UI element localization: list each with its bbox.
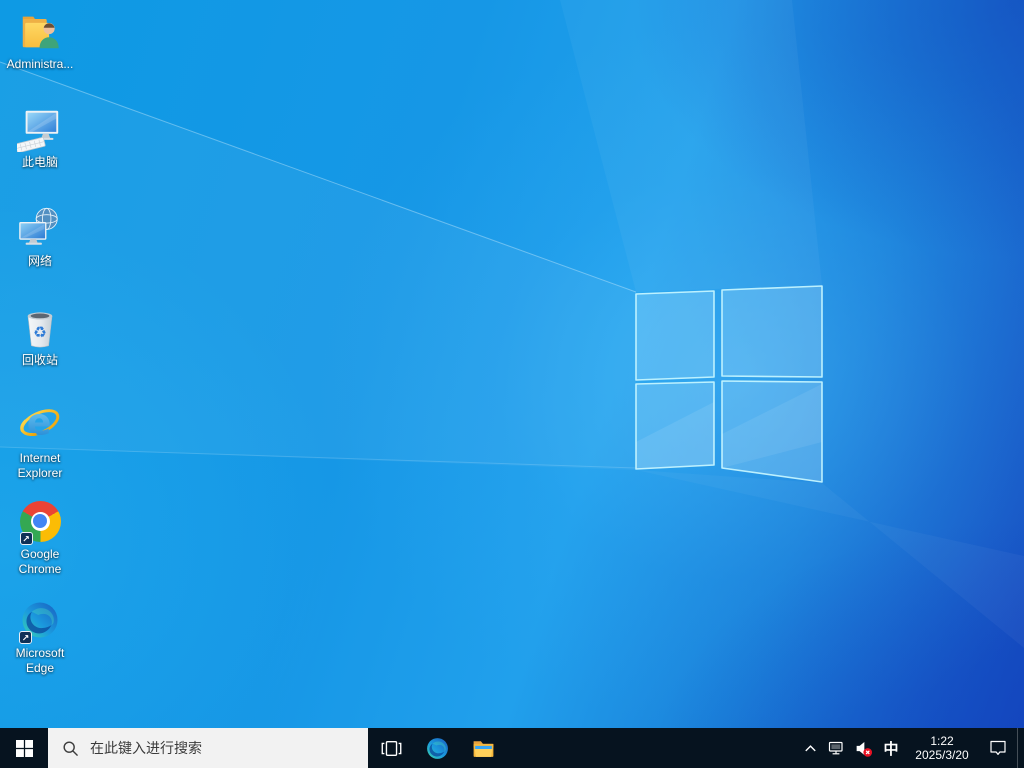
speaker-muted-icon (856, 741, 872, 757)
desktop-icon-label: Administra... (6, 57, 74, 71)
desktop-icon-label: Google Chrome (18, 547, 62, 576)
folder-icon (473, 740, 493, 757)
show-desktop-button[interactable] (1017, 728, 1024, 768)
shortcut-arrow-badge: ↗ (19, 631, 32, 644)
desktop-icon-network[interactable]: 网络 (1, 205, 79, 269)
edge-icon (426, 737, 448, 759)
network-globe-icon (19, 207, 58, 245)
recycle-symbol: ♻ (33, 324, 47, 342)
desktop-wallpaper (0, 0, 1024, 768)
search-input[interactable] (88, 739, 368, 757)
tray-show-hidden-icons-button[interactable] (797, 728, 823, 768)
shortcut-arrow-badge: ↗ (19, 532, 33, 545)
notification-bubble-icon (990, 740, 1006, 755)
tray-network-button[interactable] (823, 728, 849, 768)
desktop-icon-label: Microsoft Edge (15, 646, 65, 675)
svg-text:e: e (27, 402, 52, 444)
desktop-icon-label: 回收站 (21, 353, 58, 367)
desktop-icon-internet-explorer[interactable]: e Internet Explorer (1, 402, 79, 481)
taskbar: 中 1:22 2025/3/20 (0, 728, 1024, 768)
recycle-bin-icon: ♻ (27, 312, 53, 348)
taskbar-file-explorer-button[interactable] (460, 728, 506, 768)
taskbar-clock[interactable]: 1:22 2025/3/20 (905, 728, 979, 768)
chevron-up-icon (804, 744, 816, 751)
tray-volume-button[interactable] (849, 728, 877, 768)
desktop-icon-administrator[interactable]: Administra... (1, 8, 79, 72)
desktop-icon-microsoft-edge[interactable]: ↗ Microsoft Edge (1, 597, 79, 676)
clock-date: 2025/3/20 (915, 748, 969, 762)
action-center-button[interactable] (979, 728, 1017, 768)
system-tray: 中 1:22 2025/3/20 (797, 728, 1024, 768)
user-folder-icon (22, 16, 59, 49)
desktop-icon-google-chrome[interactable]: ↗ Google Chrome (1, 498, 79, 577)
ethernet-icon (828, 741, 843, 755)
start-button[interactable] (0, 728, 48, 768)
desktop-icon-label: Internet Explorer (17, 451, 63, 480)
clock-time: 1:22 (930, 734, 954, 748)
task-view-icon (381, 740, 401, 756)
desktop-icon-label: 此电脑 (21, 155, 58, 169)
ie-icon: e (20, 402, 60, 444)
search-icon (63, 740, 78, 756)
desktop-icon-this-pc[interactable]: 此电脑 (1, 106, 79, 170)
task-view-button[interactable] (368, 728, 414, 768)
desktop-icon-recycle-bin[interactable]: ♻ 回收站 (1, 304, 79, 368)
computer-icon (17, 110, 59, 152)
taskbar-edge-button[interactable] (414, 728, 460, 768)
windows-start-icon (15, 739, 33, 757)
desktop-icon-label: 网络 (27, 254, 52, 268)
tray-ime-indicator[interactable]: 中 (877, 728, 905, 768)
taskbar-search[interactable] (48, 728, 368, 768)
